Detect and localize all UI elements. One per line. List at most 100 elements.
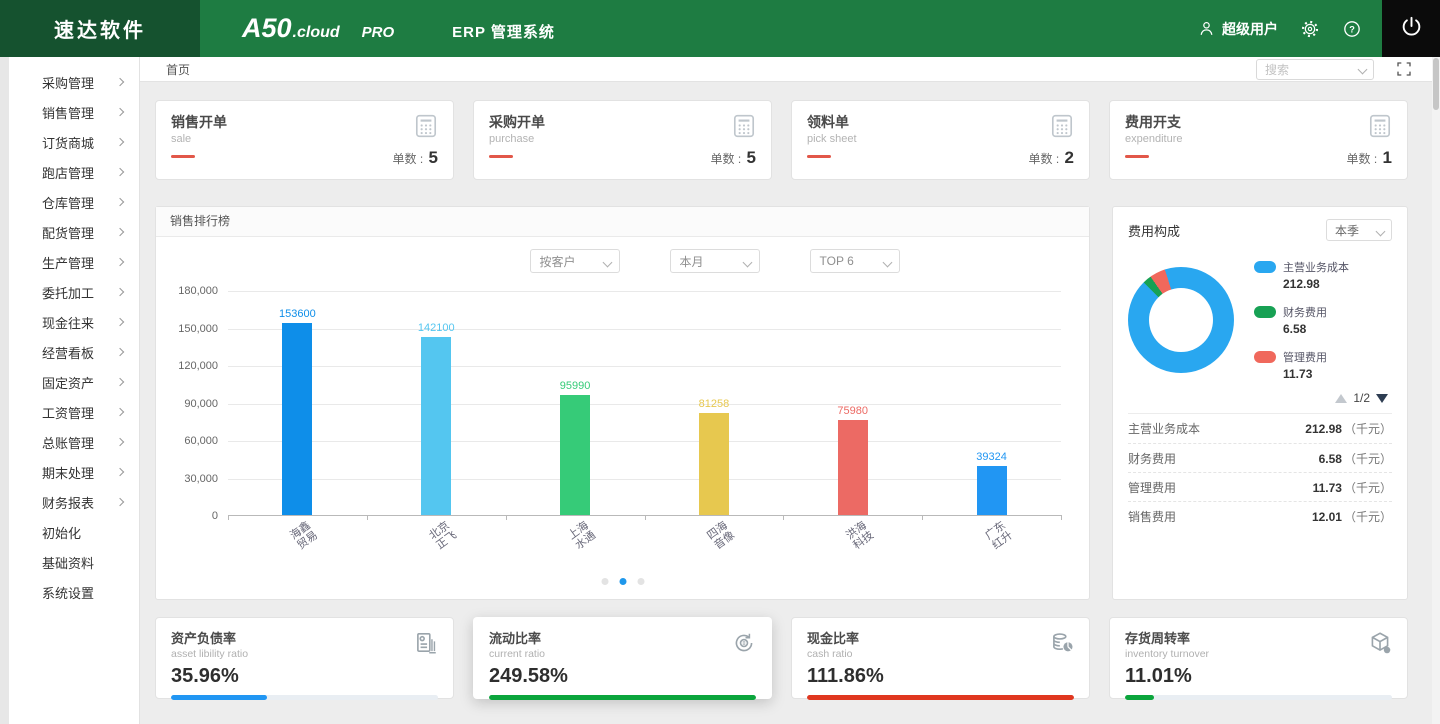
brand-pro: PRO xyxy=(362,24,395,41)
bar-slots: 15360014210095990812587598039324 xyxy=(228,291,1061,515)
legend-label: 管理费用 xyxy=(1283,349,1327,365)
sidebar-item-经营看板[interactable]: 经营看板 xyxy=(9,337,139,367)
stat-card-销售开单[interactable]: 销售开单sale单数 : 5 xyxy=(155,100,454,180)
chart-filter-select-0[interactable]: 按客户 xyxy=(530,249,620,273)
tab-home[interactable]: 首页 xyxy=(166,61,190,78)
kpi-progress-track xyxy=(171,695,438,700)
stat-card-title: 采购开单 xyxy=(489,112,756,132)
chart-filter-select-1[interactable]: 本月 xyxy=(670,249,760,273)
pager-down-icon[interactable] xyxy=(1376,394,1388,403)
carousel-dot[interactable] xyxy=(601,578,608,585)
sidebar-item-跑店管理[interactable]: 跑店管理 xyxy=(9,157,139,187)
sidebar-item-固定资产[interactable]: 固定资产 xyxy=(9,367,139,397)
sidebar-item-工资管理[interactable]: 工资管理 xyxy=(9,397,139,427)
sidebar-item-总账管理[interactable]: 总账管理 xyxy=(9,427,139,457)
sidebar-item-销售管理[interactable]: 销售管理 xyxy=(9,97,139,127)
legend-swatch xyxy=(1254,306,1276,318)
kpi-progress-fill xyxy=(807,695,1074,700)
kpi-subtitle: asset libility ratio xyxy=(171,648,438,660)
carousel-dot[interactable] xyxy=(637,578,644,585)
search-input[interactable] xyxy=(1256,59,1374,80)
kpi-card-存货周转率[interactable]: 存货周转率inventory turnover11.01% xyxy=(1109,617,1408,699)
expense-row-value: 212.98（千元） xyxy=(1305,420,1392,437)
bar-value-label: 95990 xyxy=(560,380,591,392)
stat-card-领料单[interactable]: 领料单pick sheet单数 : 2 xyxy=(791,100,1090,180)
chart-filter-value: 本月 xyxy=(680,253,704,270)
power-icon xyxy=(1400,15,1423,43)
calculator-icon xyxy=(1367,113,1393,144)
brand-product: ERP 管理系统 xyxy=(452,21,555,42)
help-icon[interactable]: ? xyxy=(1342,19,1362,39)
sidebar-item-委托加工[interactable]: 委托加工 xyxy=(9,277,139,307)
axis-tick xyxy=(228,515,229,520)
carousel-dot[interactable] xyxy=(619,578,626,585)
kpi-value: 35.96% xyxy=(171,665,438,688)
stat-card-subtitle: expenditure xyxy=(1125,133,1392,145)
kpi-progress-fill xyxy=(1125,695,1154,700)
sidebar-item-label: 总账管理 xyxy=(42,433,117,452)
kpi-card-现金比率[interactable]: 现金比率cash ratio111.86% xyxy=(791,617,1090,699)
chevron-right-icon xyxy=(116,498,124,506)
legend-label: 财务费用 xyxy=(1283,304,1327,320)
legend-entry: 管理费用 xyxy=(1254,349,1392,365)
bar-value-label: 142100 xyxy=(418,322,455,334)
sidebar-item-期末处理[interactable]: 期末处理 xyxy=(9,457,139,487)
pager-up-icon[interactable] xyxy=(1335,394,1347,403)
chevron-right-icon xyxy=(116,78,124,86)
sidebar-item-label: 仓库管理 xyxy=(42,193,117,212)
gear-icon[interactable] xyxy=(1300,19,1320,39)
sidebar-item-现金往来[interactable]: 现金往来 xyxy=(9,307,139,337)
kpi-subtitle: current ratio xyxy=(489,648,756,660)
bar-value-label: 81258 xyxy=(699,398,730,410)
sidebar-item-label: 采购管理 xyxy=(42,73,117,92)
sidebar-item-采购管理[interactable]: 采购管理 xyxy=(9,67,139,97)
sidebar-item-初始化[interactable]: 初始化 xyxy=(9,517,139,547)
calculator-icon xyxy=(731,113,757,144)
kpi-subtitle: cash ratio xyxy=(807,648,1074,660)
x-category-label: 北京正飞 xyxy=(367,520,506,550)
sidebar-item-配货管理[interactable]: 配货管理 xyxy=(9,217,139,247)
stat-card-count: 单数 : 5 xyxy=(393,148,438,168)
stat-card-title: 领料单 xyxy=(807,112,1074,132)
legend-swatch xyxy=(1254,351,1276,363)
sidebar-item-生产管理[interactable]: 生产管理 xyxy=(9,247,139,277)
stat-card-count-value: 5 xyxy=(429,148,438,167)
user-menu[interactable]: 超级用户 xyxy=(1197,19,1278,39)
expense-panel-header: 费用构成 本季 xyxy=(1128,219,1392,241)
x-category-label: 洪海科技 xyxy=(783,520,922,550)
x-category-text: 上海水通 xyxy=(566,520,598,552)
kpi-card-资产负债率[interactable]: 资产负债率asset libility ratio35.96% xyxy=(155,617,454,699)
period-select[interactable]: 本季 xyxy=(1326,219,1392,241)
sidebar-item-财务报表[interactable]: 财务报表 xyxy=(9,487,139,517)
logout-power-button[interactable] xyxy=(1382,0,1440,57)
expense-row-unit: （千元） xyxy=(1344,452,1392,466)
fullscreen-icon[interactable] xyxy=(1396,61,1412,82)
chevron-right-icon xyxy=(116,228,124,236)
dashboard-content: 销售开单sale单数 : 5采购开单purchase单数 : 5领料单pick … xyxy=(140,100,1432,699)
expense-donut-chart: 主营业务成本212.98财务费用6.58管理费用11.73 xyxy=(1128,259,1392,381)
expense-row-label: 管理费用 xyxy=(1128,479,1176,496)
chart-filter-value: TOP 6 xyxy=(820,254,854,268)
legend-value: 6.58 xyxy=(1283,322,1392,336)
stat-card-count: 单数 : 2 xyxy=(1029,148,1074,168)
kpi-progress-fill xyxy=(489,695,756,700)
sidebar-item-订货商城[interactable]: 订货商城 xyxy=(9,127,139,157)
stat-card-采购开单[interactable]: 采购开单purchase单数 : 5 xyxy=(473,100,772,180)
chevron-right-icon xyxy=(116,318,124,326)
stat-card-费用开支[interactable]: 费用开支expenditure单数 : 1 xyxy=(1109,100,1408,180)
user-icon xyxy=(1197,19,1216,38)
expense-row-value: 11.73（千元） xyxy=(1313,479,1392,496)
sidebar-item-基础资料[interactable]: 基础资料 xyxy=(9,547,139,577)
bar-slot: 142100 xyxy=(367,291,506,515)
kpi-card-流动比率[interactable]: 流动比率current ratio249.58% xyxy=(473,617,772,699)
sidebar-item-仓库管理[interactable]: 仓库管理 xyxy=(9,187,139,217)
stat-card-title: 销售开单 xyxy=(171,112,438,132)
sidebar-item-系统设置[interactable]: 系统设置 xyxy=(9,577,139,607)
y-tick-label: 180,000 xyxy=(178,285,218,297)
kpi-title: 存货周转率 xyxy=(1125,628,1392,647)
middle-row: 销售排行榜 按客户本月TOP 6 180,000150,000120,00090… xyxy=(155,206,1408,600)
kpi-card-row: 资产负债率asset libility ratio35.96%流动比率curre… xyxy=(155,617,1408,699)
scrollbar-thumb[interactable] xyxy=(1433,58,1439,110)
stat-card-title: 费用开支 xyxy=(1125,112,1392,132)
chart-filter-select-2[interactable]: TOP 6 xyxy=(810,249,900,273)
